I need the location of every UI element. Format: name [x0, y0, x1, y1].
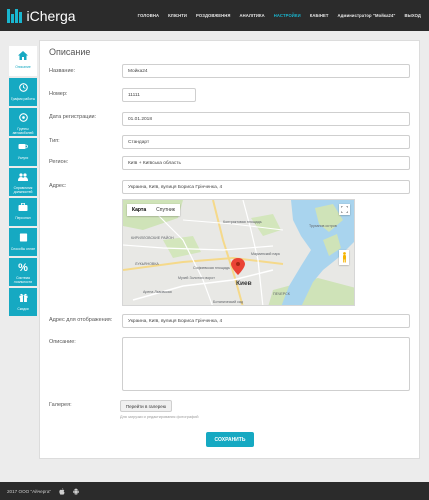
side-item-label: Описание — [15, 65, 31, 69]
side-item-label: Группы автомобилей — [12, 127, 34, 135]
side-nav: Описание График работы Группы автомобиле… — [9, 46, 37, 318]
side-item-label: Система лояльности — [13, 276, 33, 284]
side-item-services[interactable]: Услуги — [9, 138, 37, 166]
apple-icon[interactable] — [59, 487, 65, 495]
car-group-icon — [18, 113, 28, 125]
side-item-discounts[interactable]: Скидки — [9, 288, 37, 316]
percent-icon: % — [18, 262, 28, 274]
nav-item-logout[interactable]: ВЫХОД — [405, 13, 422, 18]
side-item-description[interactable]: Описание — [9, 46, 37, 76]
app-name: iCherga — [26, 7, 76, 24]
nav-item-extension[interactable]: РОЗДОВЖЕННЯ — [196, 13, 230, 18]
map-place-label: ПЕЧЕРСК — [273, 292, 290, 296]
side-item-loyalty[interactable]: % Система лояльности — [9, 258, 37, 286]
address-input[interactable]: Украина, Київ, вулиця Бориса Грінченка, … — [122, 180, 410, 194]
side-item-label: Справочник должностей — [13, 186, 33, 194]
wallet-icon — [19, 233, 28, 245]
go-to-gallery-button[interactable]: Перейти в галерею — [120, 400, 172, 412]
description-label: Описание: — [49, 339, 76, 345]
map-type-tabs: Карта Спутник — [127, 204, 180, 216]
side-item-positions[interactable]: Справочник должностей — [9, 168, 37, 196]
gallery-label: Галерея: — [49, 402, 72, 408]
side-item-label: Способы оплат — [10, 247, 36, 251]
regdate-label: Дата регистрации: — [49, 114, 97, 120]
side-item-staff[interactable]: Персонал — [9, 198, 37, 226]
description-panel: Описание Название: Мойка24 Номер: 11111 … — [39, 40, 420, 459]
location-map[interactable]: КИРИЛЛОВСКИЕ РАЙОН ЛУКЬЯНОВКА ПЕЧЕРСК Му… — [122, 199, 355, 306]
number-label: Номер: — [49, 91, 68, 97]
side-item-car-groups[interactable]: Группы автомобилей — [9, 108, 37, 136]
gift-icon — [18, 293, 28, 305]
nav-item-home[interactable]: ГОЛОВНА — [138, 13, 159, 18]
nav-item-cabinet[interactable]: КАБІНЕТ — [310, 13, 329, 18]
save-button[interactable]: СОХРАНИТЬ — [206, 432, 254, 447]
people-icon — [18, 173, 28, 184]
fullscreen-icon[interactable] — [339, 204, 350, 215]
type-select[interactable]: Стандарт — [122, 135, 410, 149]
tab-map[interactable]: Карта — [127, 204, 151, 216]
nav-item-user[interactable]: Администратор "Мойка24" — [338, 13, 396, 18]
map-place-label: Труханов остров — [309, 224, 337, 228]
side-item-label: Услуги — [17, 156, 29, 160]
name-input[interactable]: Мойка24 — [122, 64, 410, 78]
side-item-payment-methods[interactable]: Способы оплат — [9, 228, 37, 256]
gallery-hint: Для загрузки и редактирования фотографий — [120, 415, 199, 419]
number-input[interactable]: 11111 — [122, 88, 196, 102]
side-item-label: Персонал — [15, 216, 31, 220]
nav-item-analytics[interactable]: АНАЛІТИКА — [240, 13, 265, 18]
briefcase-icon — [18, 202, 28, 214]
description-textarea[interactable] — [122, 337, 410, 391]
nav-item-settings[interactable]: НАСТРОЙКИ — [274, 13, 301, 18]
map-place-label: Арена Львовская — [143, 290, 172, 294]
regdate-input[interactable]: 01.01.2018 — [122, 112, 410, 126]
top-header: iCherga ГОЛОВНА КЛІЄНТИ РОЗДОВЖЕННЯ АНАЛ… — [0, 0, 429, 31]
page-title: Описание — [49, 47, 91, 57]
coffee-icon — [18, 143, 28, 154]
map-place-label: Мариинский парк — [251, 252, 280, 256]
pegman-icon[interactable] — [339, 250, 349, 265]
top-nav: ГОЛОВНА КЛІЄНТИ РОЗДОВЖЕННЯ АНАЛІТИКА НА… — [138, 0, 421, 31]
address-label: Адрес: — [49, 183, 67, 189]
nav-item-clients[interactable]: КЛІЄНТИ — [168, 13, 187, 18]
side-item-label: Скидки — [17, 307, 29, 311]
side-item-label: График работы — [10, 97, 36, 101]
logo-bars-icon — [7, 8, 22, 23]
map-place-label: Контрактовая площадь — [223, 220, 262, 224]
app-logo[interactable]: iCherga — [7, 8, 76, 24]
map-place-label: ЛУКЬЯНОВКА — [135, 262, 159, 266]
map-place-label: Софиевская площадь — [193, 266, 230, 270]
display-address-input[interactable]: Украина, Київ, вулиця Бориса Грінченка, … — [122, 314, 410, 328]
side-item-schedule[interactable]: График работы — [9, 78, 37, 106]
footer-copyright: 2017 ООО "Айчерга" — [7, 488, 52, 494]
tab-satellite[interactable]: Спутник — [151, 204, 180, 216]
region-label: Регион: — [49, 159, 69, 165]
display-address-label: Адрес для отображения: — [49, 317, 113, 323]
map-place-label: КИРИЛЛОВСКИЕ РАЙОН — [131, 236, 174, 240]
region-select[interactable]: Київ + Київська область — [122, 156, 410, 170]
map-city-label: Киев — [236, 280, 252, 287]
clock-icon — [18, 83, 28, 95]
home-icon — [18, 51, 28, 63]
map-place-label: Музей Золотого ворот — [178, 276, 215, 280]
name-label: Название: — [49, 68, 76, 74]
type-label: Тип: — [49, 138, 60, 144]
android-icon[interactable] — [73, 488, 79, 495]
footer: 2017 ООО "Айчерга" — [0, 482, 429, 500]
map-place-label: Ботанический сад — [213, 300, 244, 304]
